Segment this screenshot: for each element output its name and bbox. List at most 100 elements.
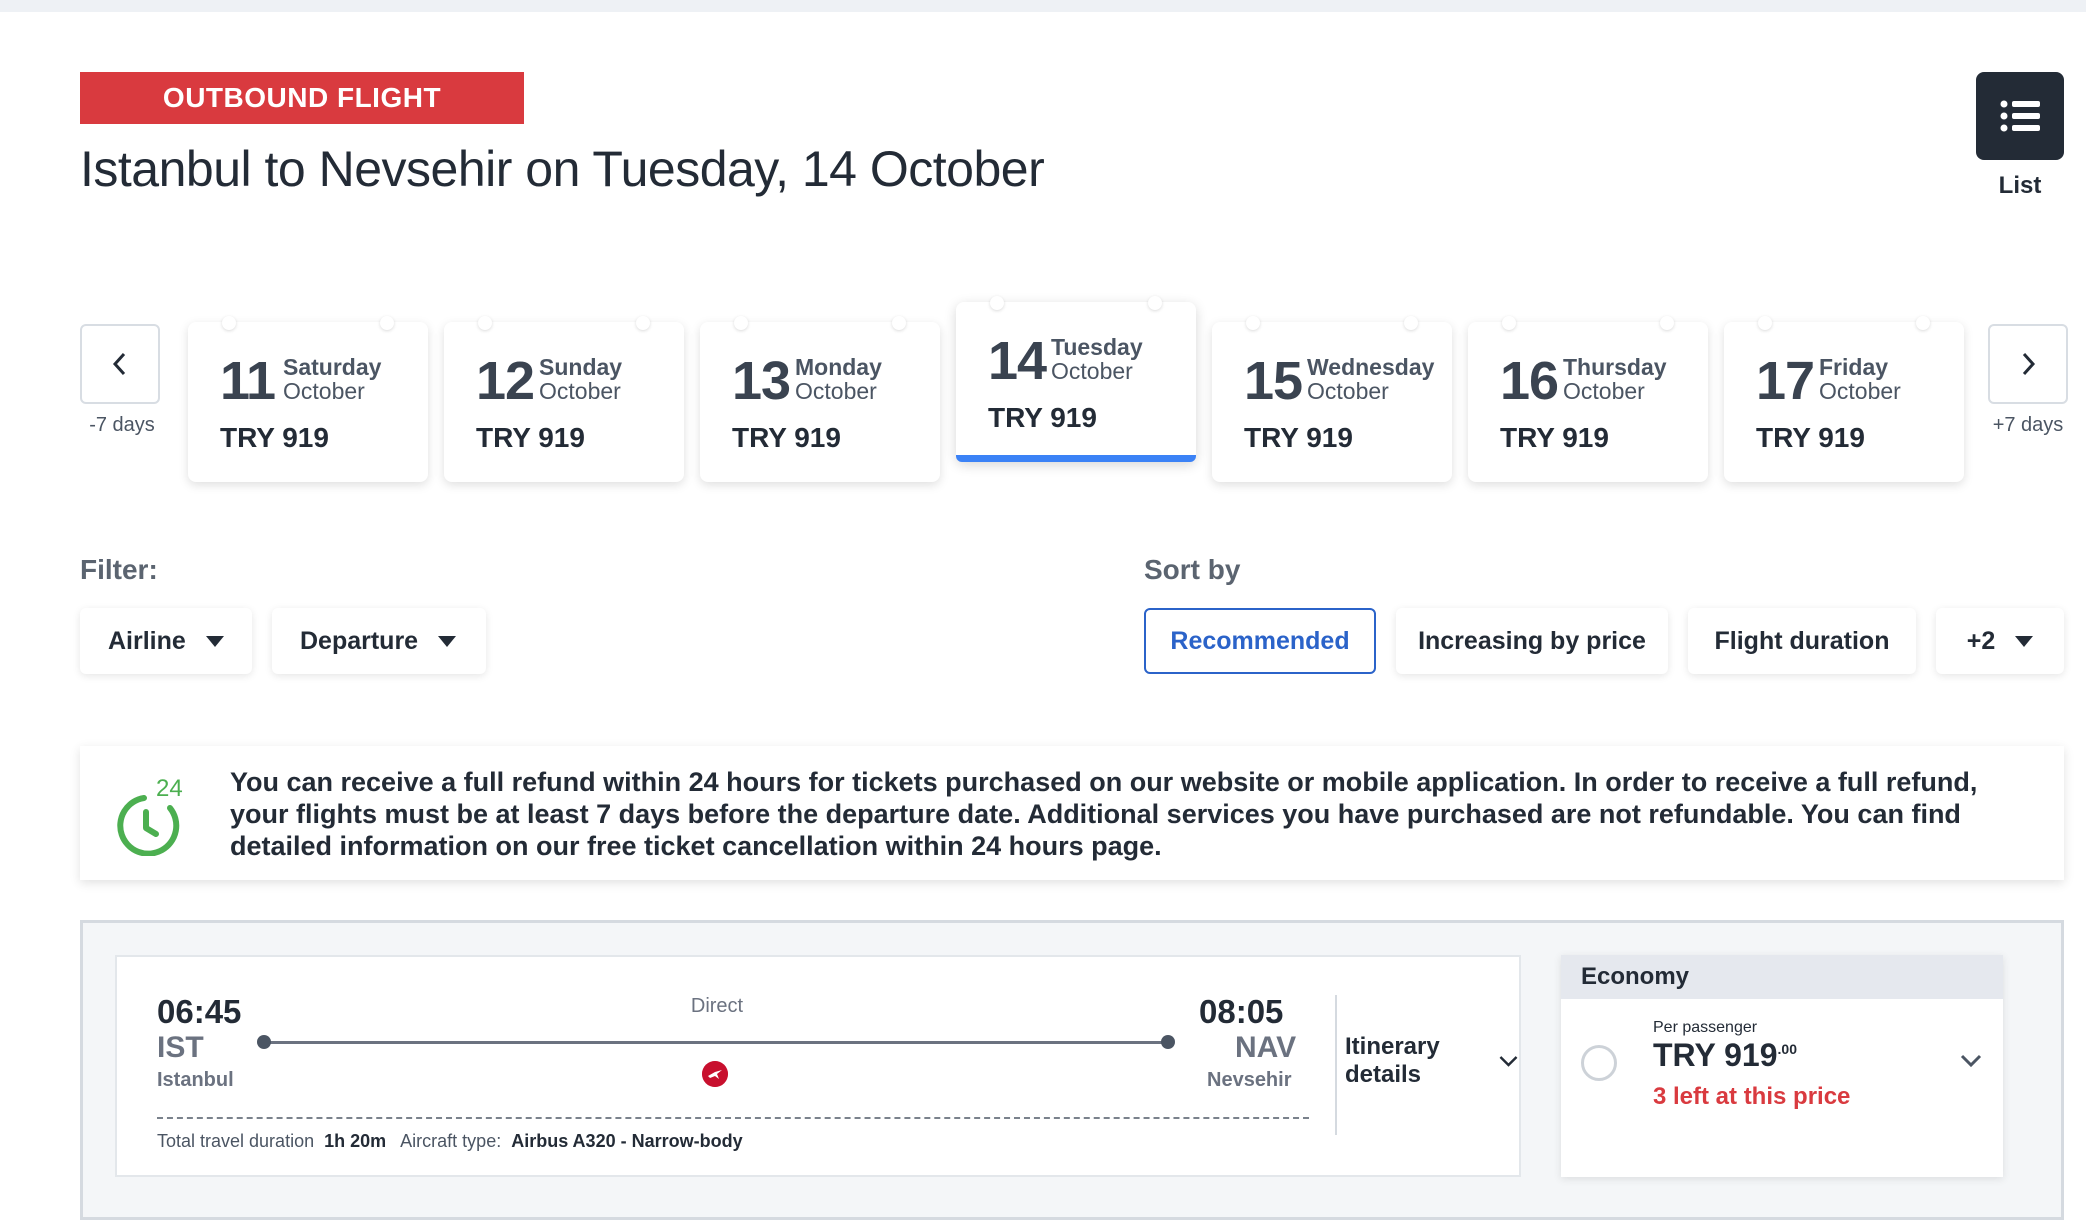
date-day: 16 [1500, 351, 1559, 411]
next-week-button[interactable] [1988, 324, 2068, 404]
sort-more-dropdown[interactable]: +2 [1936, 608, 2064, 674]
date-card-11[interactable]: 11 Saturday October TRY 919 [188, 316, 428, 482]
date-price: TRY 919 [476, 422, 585, 453]
date-day: 13 [732, 351, 791, 411]
date-price: TRY 919 [1244, 422, 1353, 453]
list-icon [2000, 100, 2040, 132]
flight-result: 06:45 IST Istanbul Direct 08:05 NAV Nevs… [80, 920, 2064, 1220]
duration-value: 1h 20m [324, 1131, 387, 1151]
sort-duration-label: Flight duration [1714, 626, 1890, 655]
economy-fare-option[interactable]: Economy Per passenger TRY 919.00 3 left … [1561, 955, 2003, 1177]
economy-price-value: TRY 919 [1653, 1037, 1778, 1073]
aircraft-value: Airbus A320 - Narrow-body [511, 1131, 743, 1151]
sort-recommended-label: Recommended [1170, 626, 1350, 655]
date-month: October [1051, 358, 1133, 384]
previous-week-caption: -7 days [89, 414, 155, 436]
sort-more-label: +2 [1966, 626, 1996, 655]
date-day: 11 [220, 351, 276, 411]
24-hour-clock-icon: 24 [117, 776, 183, 856]
economy-radio[interactable] [1581, 1045, 1617, 1081]
caret-down-icon [2015, 635, 2034, 647]
departure-city: Istanbul [157, 1069, 234, 1091]
date-month: October [539, 378, 621, 404]
date-card-16[interactable]: 16 Thursday October TRY 919 [1468, 316, 1708, 482]
date-day: 17 [1756, 351, 1815, 411]
airline-logo-icon [702, 1061, 728, 1087]
next-week-caption: +7 days [1992, 414, 2064, 436]
filter-label: Filter: [80, 554, 158, 585]
sort-price-label: Increasing by price [1418, 626, 1646, 655]
date-weekday: Saturday [283, 354, 382, 380]
refund-text: You can receive a full refund within 24 … [230, 767, 1978, 861]
chevron-down-icon[interactable] [1959, 1053, 1983, 1069]
sort-price-button[interactable]: Increasing by price [1396, 608, 1668, 674]
list-label: List [1998, 172, 2042, 199]
refund-notice: 24 You can receive a full refund within … [80, 746, 2064, 880]
caret-down-icon [438, 635, 457, 647]
chevron-down-icon [1499, 1056, 1518, 1067]
aircraft-label: Aircraft type: [400, 1131, 502, 1151]
arrival-city: Nevsehir [1207, 1069, 1292, 1091]
list-view-button[interactable] [1976, 72, 2064, 160]
chevron-right-icon [2022, 352, 2036, 376]
previous-week-button[interactable] [80, 324, 160, 404]
stops-label: Direct [690, 995, 744, 1017]
date-month: October [1563, 378, 1645, 404]
date-price: TRY 919 [220, 422, 329, 453]
date-weekday: Monday [795, 354, 882, 380]
date-weekday: Tuesday [1051, 334, 1143, 360]
page-title: Istanbul to Nevsehir on Tuesday, 14 Octo… [80, 141, 1045, 197]
vertical-separator [1335, 995, 1337, 1135]
date-card-15[interactable]: 15 Wednesday October TRY 919 [1212, 316, 1452, 482]
departure-filter-label: Departure [300, 626, 419, 655]
departure-code: IST [157, 1031, 204, 1064]
date-weekday: Wednesday [1307, 354, 1435, 380]
date-day: 14 [988, 331, 1047, 391]
departure-time: 06:45 [157, 993, 242, 1030]
date-price: TRY 919 [732, 422, 841, 453]
sort-label: Sort by [1144, 554, 1241, 585]
sort-recommended-button[interactable]: Recommended [1144, 608, 1376, 674]
route-line [263, 1041, 1169, 1044]
date-price: TRY 919 [1756, 422, 1865, 453]
economy-price-cents: .00 [1777, 1041, 1797, 1057]
departure-filter-dropdown[interactable]: Departure [272, 608, 486, 674]
per-passenger-label: Per passenger [1653, 1019, 1758, 1036]
chevron-left-icon [112, 352, 126, 376]
airline-filter-dropdown[interactable]: Airline [80, 608, 252, 674]
date-day: 12 [476, 351, 535, 411]
date-card-12[interactable]: 12 Sunday October TRY 919 [444, 316, 684, 482]
date-card-17[interactable]: 17 Friday October TRY 919 [1724, 316, 1964, 482]
destination-dot [1161, 1035, 1175, 1049]
dashed-divider [157, 1117, 1309, 1119]
seats-left-warning: 3 left at this price [1653, 1083, 1851, 1110]
date-day: 15 [1244, 351, 1303, 411]
date-month: October [1307, 378, 1389, 404]
clock-icon-number: 24 [156, 776, 183, 802]
flight-card[interactable]: 06:45 IST Istanbul Direct 08:05 NAV Nevs… [115, 955, 1521, 1177]
origin-dot [257, 1035, 271, 1049]
date-card-13[interactable]: 13 Monday October TRY 919 [700, 316, 940, 482]
airline-filter-label: Airline [108, 626, 186, 655]
date-weekday: Thursday [1563, 354, 1667, 380]
date-price: TRY 919 [1500, 422, 1609, 453]
arrival-code: NAV [1235, 1031, 1297, 1064]
date-weekday: Sunday [539, 354, 623, 380]
date-weekday: Friday [1819, 354, 1889, 380]
date-card-14-selected[interactable]: 14 Tuesday October TRY 919 [956, 296, 1196, 462]
sort-duration-button[interactable]: Flight duration [1688, 608, 1916, 674]
date-price: TRY 919 [988, 402, 1097, 433]
date-month: October [283, 378, 365, 404]
selected-date-indicator [956, 455, 1196, 462]
flight-meta: Total travel duration 1h 20m Aircraft ty… [157, 1131, 743, 1152]
top-strip [0, 0, 2086, 12]
economy-price: TRY 919.00 [1653, 1037, 1797, 1074]
economy-title: Economy [1561, 955, 2003, 999]
duration-label: Total travel duration [157, 1131, 315, 1151]
arrival-time: 08:05 [1199, 993, 1284, 1030]
date-month: October [795, 378, 877, 404]
badge-label: OUTBOUND FLIGHT [162, 82, 442, 113]
itinerary-details-label: Itinerary details [1345, 1033, 1440, 1088]
itinerary-details-toggle[interactable]: Itinerary details [1345, 1033, 1519, 1089]
caret-down-icon [205, 635, 224, 647]
